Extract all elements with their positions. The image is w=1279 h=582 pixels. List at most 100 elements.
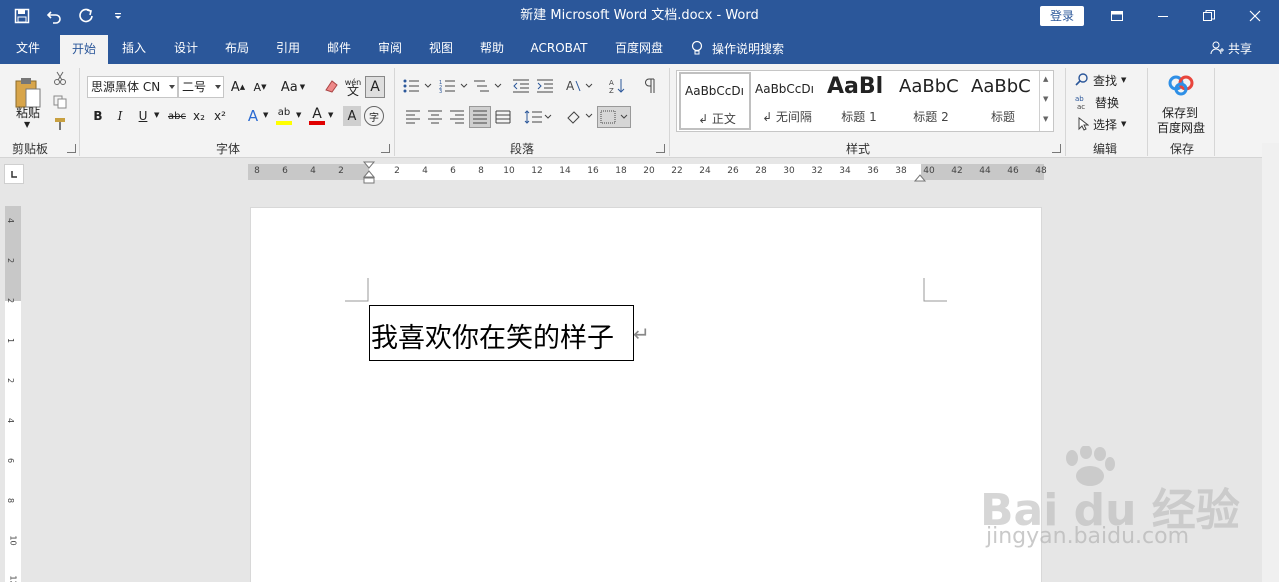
align-center-icon[interactable] — [425, 107, 445, 127]
text-effects-icon[interactable]: A — [244, 106, 262, 126]
line-spacing-icon[interactable] — [523, 107, 553, 127]
indent-markers-icon[interactable] — [362, 161, 376, 185]
font-size-value: 二号 — [182, 80, 207, 94]
justify-icon[interactable] — [469, 106, 491, 128]
document-text[interactable]: 我喜欢你在笑的样子 — [371, 316, 614, 355]
scroll-up-icon[interactable]: ▲ — [1043, 75, 1048, 83]
underline-button[interactable]: U — [133, 106, 153, 126]
font-launcher-icon[interactable] — [381, 144, 390, 153]
increase-indent-icon[interactable] — [534, 76, 556, 96]
restore-icon[interactable] — [1186, 0, 1232, 32]
tab-baidu-netdisk[interactable]: 百度网盘 — [606, 32, 672, 64]
numbering-icon[interactable]: 123 — [438, 76, 470, 96]
shading-icon[interactable] — [564, 107, 594, 127]
styles-launcher-icon[interactable] — [1052, 144, 1061, 153]
lightbulb-icon — [691, 40, 703, 55]
tab-insert[interactable]: 插入 — [114, 32, 154, 64]
character-border-icon[interactable]: A — [365, 76, 385, 98]
clipboard-launcher-icon[interactable] — [67, 144, 76, 153]
show-marks-icon[interactable] — [640, 76, 658, 96]
tab-help[interactable]: 帮助 — [472, 32, 512, 64]
change-case-button[interactable]: Aa ▼ — [278, 77, 308, 97]
style-normal[interactable]: AaBbCcDı ↲ 正文 — [679, 72, 751, 130]
multilevel-list-icon[interactable] — [472, 76, 504, 96]
tab-view[interactable]: 视图 — [421, 32, 461, 64]
share-button[interactable]: 共享 — [1210, 32, 1252, 64]
svg-text:3: 3 — [439, 89, 442, 93]
bold-button[interactable]: B — [88, 106, 108, 126]
minimize-icon[interactable] — [1140, 0, 1186, 32]
decrease-indent-icon[interactable] — [510, 76, 532, 96]
vertical-scrollbar[interactable] — [1262, 143, 1279, 582]
undo-icon[interactable] — [40, 4, 68, 28]
login-button[interactable]: 登录 — [1040, 6, 1084, 26]
italic-button[interactable]: I — [110, 106, 130, 126]
grow-font-icon[interactable]: A ▲ — [229, 77, 247, 97]
tab-references[interactable]: 引用 — [268, 32, 308, 64]
tab-review[interactable]: 审阅 — [370, 32, 410, 64]
vertical-ruler[interactable]: 4 2 2 1 2 4 6 8 10 12 — [5, 206, 21, 582]
styles-scroll[interactable]: ▲ ▼ ▼ — [1039, 71, 1053, 131]
find-button[interactable]: 查找 ▼ — [1075, 70, 1141, 90]
font-color-button[interactable]: A — [307, 104, 327, 128]
select-button[interactable]: 选择 ▼ — [1077, 114, 1143, 134]
tab-selector[interactable] — [4, 164, 24, 184]
tab-layout[interactable]: 布局 — [217, 32, 257, 64]
tab-mailings[interactable]: 邮件 — [319, 32, 359, 64]
character-shading-button[interactable]: A — [343, 106, 361, 126]
subscript-button[interactable]: x₂ — [190, 106, 208, 126]
ruler-tick: 6 — [450, 166, 456, 176]
superscript-button[interactable]: x² — [211, 106, 229, 126]
style-heading-1[interactable]: AaBl 标题 1 — [823, 72, 895, 130]
tab-file[interactable]: 文件 — [6, 32, 50, 64]
font-color-dropdown-icon[interactable]: ▼ — [328, 111, 333, 119]
save-group-label: 保存 — [1169, 142, 1194, 156]
align-right-icon[interactable] — [447, 107, 467, 127]
style-title[interactable]: AaBbC 标题 — [967, 72, 1039, 130]
cut-icon[interactable] — [52, 70, 68, 86]
sort-icon[interactable]: AZ — [608, 76, 626, 96]
font-name-value: 思源黑体 CN — [91, 80, 161, 94]
chinese-layout-icon[interactable]: A — [565, 76, 595, 96]
phonetic-guide-button[interactable]: wén 文 — [343, 76, 363, 98]
borders-icon[interactable] — [597, 106, 631, 128]
paste-label[interactable]: 粘贴 — [16, 104, 40, 121]
select-label: 选择 — [1093, 117, 1118, 132]
align-left-icon[interactable] — [403, 107, 423, 127]
redo-icon[interactable] — [72, 4, 100, 28]
bullets-icon[interactable] — [402, 76, 434, 96]
customize-qat-icon[interactable] — [104, 4, 132, 28]
copy-icon[interactable] — [52, 94, 68, 110]
style-heading-2[interactable]: AaBbC 标题 2 — [895, 72, 967, 130]
distributed-icon[interactable] — [493, 107, 513, 127]
baidu-netdisk-icon[interactable] — [1166, 72, 1196, 98]
text-effects-dropdown-icon[interactable]: ▼ — [263, 111, 268, 119]
paragraph-launcher-icon[interactable] — [656, 144, 665, 153]
tab-design[interactable]: 设计 — [166, 32, 206, 64]
tab-home[interactable]: 开始 — [60, 35, 108, 64]
clear-formatting-icon[interactable] — [322, 76, 340, 96]
font-size-combo[interactable]: 二号 — [178, 76, 224, 98]
paste-dropdown-icon[interactable]: ▼ — [24, 120, 30, 129]
shrink-font-icon[interactable]: A ▼ — [251, 77, 269, 97]
underline-dropdown-icon[interactable]: ▼ — [154, 111, 159, 119]
font-name-combo[interactable]: 思源黑体 CN — [87, 76, 178, 98]
enclose-characters-button[interactable]: 字 — [364, 106, 384, 126]
highlight-dropdown-icon[interactable]: ▼ — [296, 111, 301, 119]
document-page[interactable] — [250, 207, 1042, 582]
scroll-down-icon[interactable]: ▼ — [1043, 95, 1048, 103]
style-no-spacing[interactable]: AaBbCcDı ↲ 无间隔 — [751, 72, 823, 130]
replace-button[interactable]: ab ac 替换 — [1075, 92, 1141, 112]
horizontal-ruler[interactable]: 8 6 4 2 2 4 6 8 10 12 14 16 18 20 22 24 26 28 30 32 34 36 38 40… — [248, 161, 1047, 184]
tab-acrobat[interactable]: ACROBAT — [524, 32, 594, 64]
save-to-label-line2[interactable]: 百度网盘 — [1157, 119, 1205, 136]
close-icon[interactable] — [1232, 0, 1278, 32]
tell-me-search[interactable]: 操作说明搜索 — [690, 32, 784, 64]
strikethrough-button[interactable]: abc — [166, 106, 188, 126]
ribbon-display-options-icon[interactable] — [1094, 0, 1140, 32]
format-painter-icon[interactable] — [52, 116, 68, 132]
ruler-tick: 6 — [282, 166, 288, 176]
highlight-color-button[interactable]: ab — [273, 104, 295, 128]
more-styles-icon[interactable]: ▼ — [1043, 115, 1048, 123]
save-icon[interactable] — [8, 4, 36, 28]
